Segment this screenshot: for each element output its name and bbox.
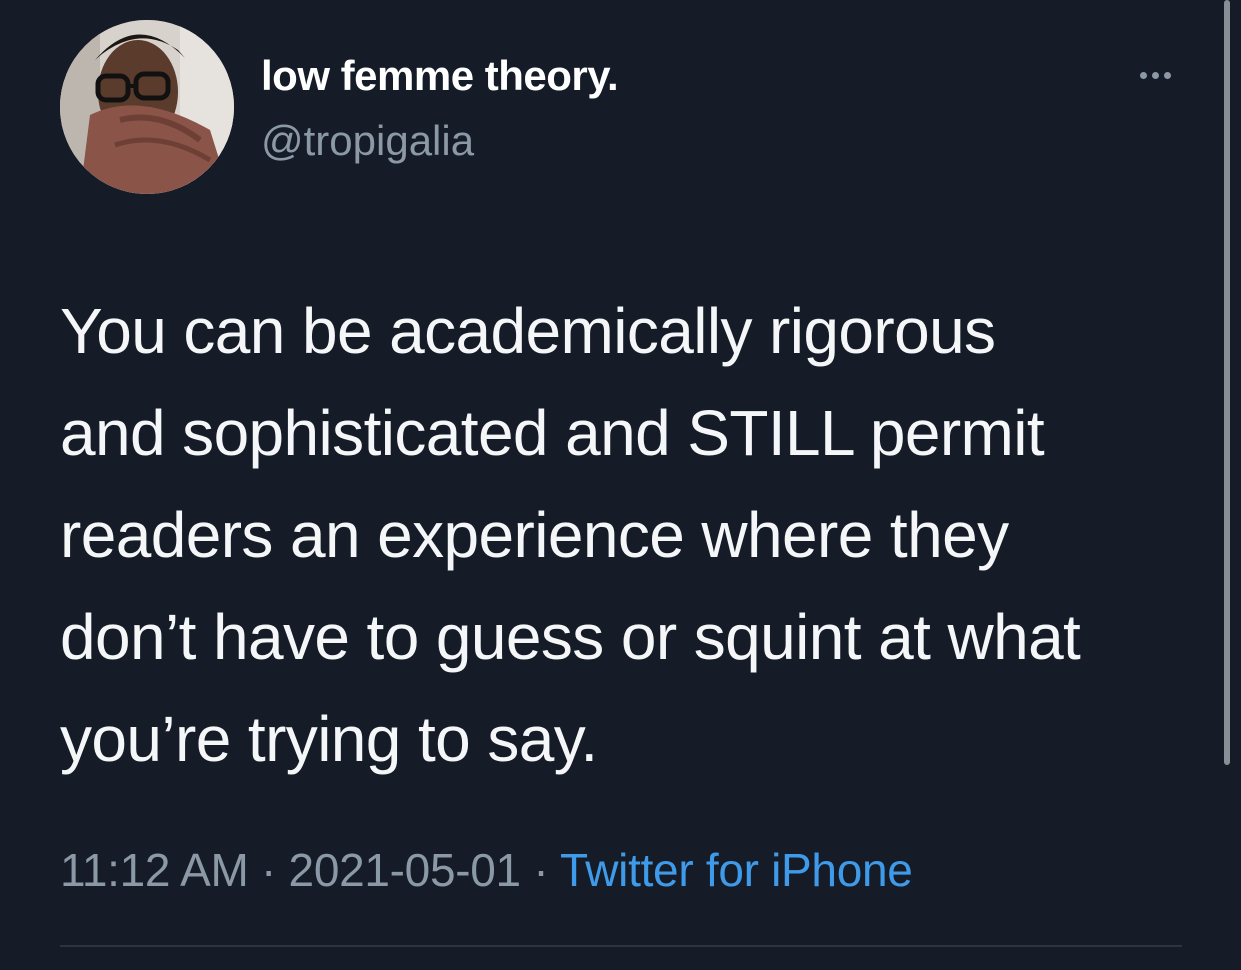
tweet-text: You can be academically rigorous and sop… [60,295,1081,775]
more-horizontal-icon [1139,71,1147,79]
avatar-photo-icon [60,20,234,194]
more-horizontal-icon-dot [1163,71,1171,79]
tweet-source-link[interactable]: Twitter for iPhone [560,844,913,896]
scrollbar[interactable] [1224,0,1230,765]
tweet-metadata: 11:12 AM · 2021-05-01 · Twitter for iPho… [60,843,913,897]
tweet-card: low femme theory. @tropigalia You can be… [0,0,1241,970]
more-options-button[interactable] [1128,60,1182,90]
meta-separator: · [248,844,289,896]
tweet-time[interactable]: 11:12 AM [60,844,249,896]
author-display-name[interactable]: low femme theory. [261,52,619,100]
more-horizontal-icon-dot [1151,71,1159,79]
meta-separator: · [520,844,560,896]
author-handle[interactable]: @tropigalia [261,117,474,165]
avatar[interactable] [60,20,234,194]
divider [60,945,1182,947]
tweet-date[interactable]: 2021-05-01 [289,844,522,896]
